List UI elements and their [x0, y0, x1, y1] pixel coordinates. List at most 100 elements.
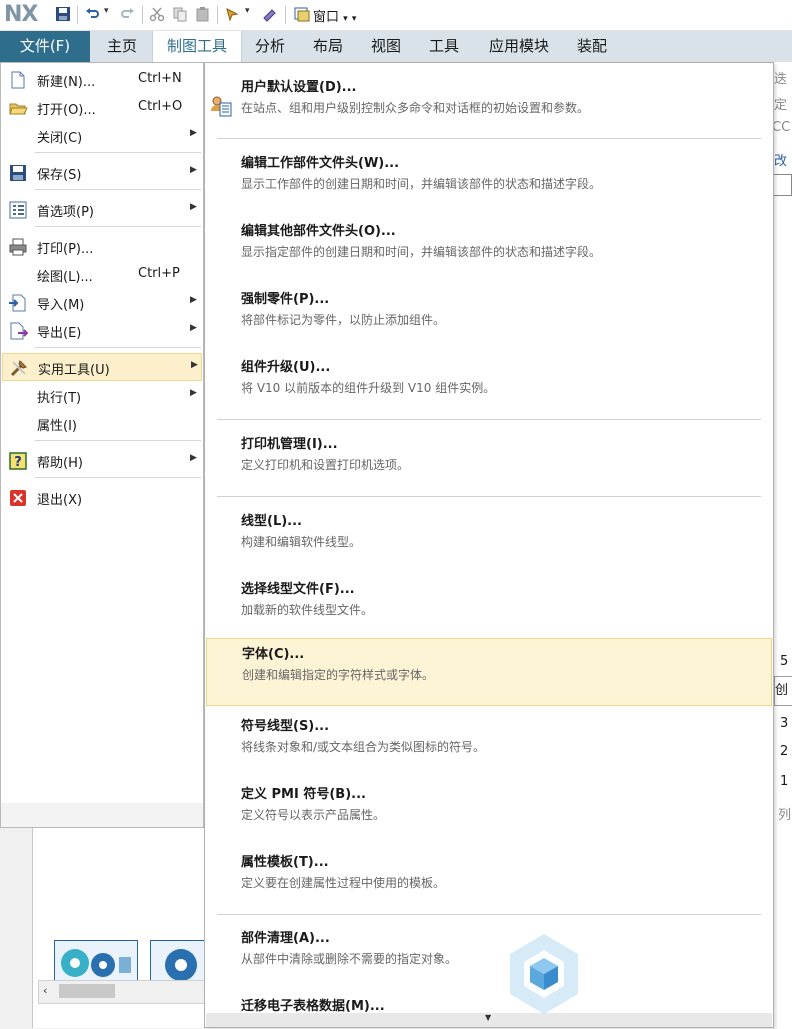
window-dropdown-icon: ▾: [343, 14, 348, 24]
export-icon: [10, 322, 28, 340]
submenu-scroll-down[interactable]: ▼: [206, 1013, 772, 1027]
menu-item-print[interactable]: 打印(P)...: [2, 233, 202, 260]
submenu-item-title: 定义 PMI 符号(B)...: [241, 787, 366, 802]
submenu-item-description: 构建和编辑软件线型。: [241, 535, 362, 549]
tab-analysis[interactable]: 分析: [244, 31, 296, 62]
submenu-arrow-icon: ▶: [190, 323, 197, 333]
part-thumbnail[interactable]: [150, 940, 208, 984]
menu-item-execute[interactable]: 执行(T) ▶: [2, 382, 202, 409]
submenu-item-define-pmi-symbol[interactable]: 定义 PMI 符号(B)... 定义符号以表示产品属性。: [206, 774, 772, 840]
part-thumbnail[interactable]: [54, 940, 138, 984]
submenu-item-description: 定义符号以表示产品属性。: [241, 808, 386, 822]
submenu-item-printer-admin[interactable]: 打印机管理(I)... 定义打印机和设置打印机选项。: [206, 424, 772, 490]
submenu-item-title: 强制零件(P)...: [241, 292, 330, 307]
submenu-arrow-icon: ▶: [191, 360, 198, 370]
menu-divider: [35, 440, 201, 441]
menu-item-new[interactable]: 新建(N)... Ctrl+N: [2, 66, 202, 93]
ribbon-tab-bar: 文件(F) 主页 制图工具 分析 布局 视图 工具 应用模块 装配: [0, 31, 792, 62]
submenu-item-load-line-font-file[interactable]: 选择线型文件(F)... 加载新的软件线型文件。: [206, 569, 772, 635]
menu-item-open[interactable]: 打开(O)... Ctrl+O: [2, 94, 202, 121]
redo-icon[interactable]: [120, 6, 136, 22]
submenu-item-force-piece-part[interactable]: 强制零件(P)... 将部件标记为零件，以防止添加组件。: [206, 279, 772, 345]
scroll-left-icon[interactable]: ‹: [43, 984, 47, 997]
submenu-item-upgrade-components[interactable]: 组件升级(U)... 将 V10 以前版本的组件升级到 V10 组件实例。: [206, 347, 772, 413]
submenu-item-title: 编辑其他部件文件头(O)...: [241, 224, 396, 239]
submenu-item-attribute-templates[interactable]: 属性模板(T)... 定义要在创建属性过程中使用的模板。: [206, 842, 772, 908]
menu-item-export[interactable]: 导出(E) ▶: [2, 317, 202, 344]
submenu-item-line-fonts[interactable]: 线型(L)... 构建和编辑软件线型。: [206, 501, 772, 567]
tab-assemblies[interactable]: 装配: [566, 31, 618, 62]
cut-icon[interactable]: [149, 6, 165, 22]
exit-icon: [10, 490, 26, 506]
menu-divider: [35, 189, 201, 190]
undo-icon[interactable]: [84, 6, 100, 22]
menu-item-import[interactable]: 导入(M) ▶: [2, 289, 202, 316]
menu-item-preferences[interactable]: 首选项(P) ▶: [2, 196, 202, 223]
menu-item-close[interactable]: 关闭(C) ▶: [2, 122, 202, 149]
submenu-arrow-icon: ▶: [190, 165, 197, 175]
submenu-item-description: 在站点、组和用户级别控制众多命令和对话框的初始设置和参数。: [241, 101, 590, 115]
background-field: [772, 174, 792, 196]
submenu-item-part-cleanup[interactable]: 部件清理(A)... 从部件中清除或删除不需要的指定对象。: [206, 918, 772, 984]
menu-item-exit[interactable]: 退出(X): [2, 484, 202, 511]
submenu-item-title: 符号线型(S)...: [241, 719, 330, 734]
submenu-item-title: 组件升级(U)...: [241, 360, 331, 375]
toolbar-divider: [77, 6, 78, 24]
menu-item-label: 打开(O)...: [37, 103, 96, 118]
submenu-item-character-fonts[interactable]: 字体(C)... 创建和编辑指定的字符样式或字体。: [206, 638, 772, 706]
scroll-down-icon: ▼: [485, 1013, 492, 1022]
submenu-item-description: 从部件中清除或删除不需要的指定对象。: [241, 952, 458, 966]
watermark-logo: [510, 934, 578, 1014]
submenu-item-title: 迁移电子表格数据(M)...: [241, 999, 385, 1014]
menu-item-help[interactable]: ? 帮助(H) ▶: [2, 447, 202, 474]
undo-dropdown-icon[interactable]: ▾: [104, 6, 109, 16]
copy-icon[interactable]: [172, 6, 188, 22]
tab-file[interactable]: 文件(F): [0, 31, 90, 62]
toolbar-divider: [142, 6, 143, 24]
submenu-item-description: 将部件标记为零件，以防止添加组件。: [241, 313, 446, 327]
tab-tools[interactable]: 工具: [418, 31, 470, 62]
background-text: 列: [778, 808, 792, 823]
customize-dropdown-icon[interactable]: ▾: [352, 14, 357, 24]
toolbar-divider: [217, 6, 218, 24]
horizontal-scrollbar[interactable]: ‹: [38, 980, 208, 1004]
toolbar-divider: [285, 6, 286, 24]
command-finder-icon[interactable]: [262, 6, 278, 22]
menu-item-label: 打印(P)...: [37, 242, 94, 257]
submenu-item-description: 将 V10 以前版本的组件升级到 V10 组件实例。: [241, 381, 496, 395]
save-icon[interactable]: [55, 6, 71, 22]
quick-access-toolbar: NX ▾ ▾ 窗口 ▾ ▾: [0, 0, 792, 31]
tab-layout[interactable]: 布局: [302, 31, 354, 62]
menu-item-label: 新建(N)...: [37, 75, 96, 90]
tab-drafting-tools[interactable]: 制图工具: [152, 31, 242, 62]
background-text: 1: [780, 774, 789, 789]
menu-item-plot[interactable]: 绘图(L)... Ctrl+P: [2, 261, 202, 288]
menu-divider: [35, 347, 201, 348]
paste-icon[interactable]: [195, 6, 211, 22]
submenu-item-description: 创建和编辑指定的字符样式或字体。: [242, 668, 435, 682]
touch-dropdown-icon[interactable]: ▾: [245, 6, 250, 16]
window-icon[interactable]: [294, 6, 310, 22]
tab-applications[interactable]: 应用模块: [476, 31, 562, 62]
submenu-item-user-defaults[interactable]: 用户默认设置(D)... 在站点、组和用户级别控制众多命令和对话框的初始设置和参…: [206, 67, 772, 133]
touch-mode-icon[interactable]: [224, 6, 240, 22]
submenu-item-title: 字体(C)...: [242, 647, 305, 662]
scrollbar-thumb[interactable]: [59, 984, 115, 998]
tab-view[interactable]: 视图: [360, 31, 412, 62]
menu-item-label: 保存(S): [37, 168, 82, 183]
submenu-item-edit-other-part-header[interactable]: 编辑其他部件文件头(O)... 显示指定部件的创建日期和时间，并编辑该部件的状态…: [206, 211, 772, 277]
tab-home[interactable]: 主页: [94, 31, 150, 62]
submenu-item-title: 用户默认设置(D)...: [241, 80, 357, 95]
open-folder-icon: [9, 103, 28, 115]
submenu-item-edit-work-part-header[interactable]: 编辑工作部件文件头(W)... 显示工作部件的创建日期和时间，并编辑该部件的状态…: [206, 143, 772, 209]
menu-item-save[interactable]: 保存(S) ▶: [2, 159, 202, 186]
nx-logo: NX: [4, 2, 38, 27]
submenu-item-migrate-spreadsheet-data[interactable]: 迁移电子表格数据(M)...: [206, 986, 772, 1014]
menu-item-utilities[interactable]: 实用工具(U) ▶: [2, 353, 202, 381]
window-menu[interactable]: 窗口 ▾ ▾: [313, 6, 356, 25]
background-text: 迭: [774, 72, 788, 87]
submenu-item-symbol-fonts[interactable]: 符号线型(S)... 将线条对象和/或文本组合为类似图标的符号。: [206, 706, 772, 772]
menu-item-properties[interactable]: 属性(I): [2, 410, 202, 437]
menu-shortcut: Ctrl+P: [138, 266, 180, 281]
submenu-divider: [217, 419, 761, 420]
